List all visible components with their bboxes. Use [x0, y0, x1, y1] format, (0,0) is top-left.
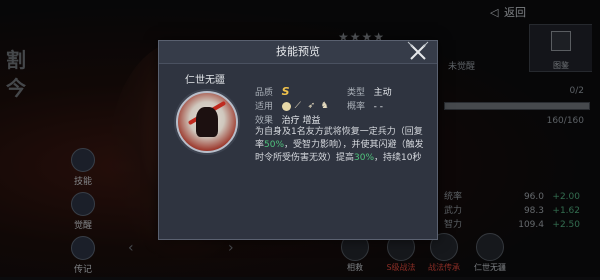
bow-icon: ⟋: [294, 100, 301, 111]
skill-description: 为自身及1名友方武将恢复一定兵力（回复率50%，受智力影响），并使其闪避（触发时…: [255, 126, 431, 165]
skill-preview-dialog: 技能预览 仁世无疆 品质 S 类型 主动 适用 ⟋ ➶ ♞ 概率 - - 效果 治疗…: [158, 40, 438, 240]
quality-label: 品质: [255, 88, 274, 98]
chance-value: - -: [373, 102, 383, 112]
dialog-title: 技能预览: [159, 41, 437, 64]
desc-text: ，持续10秒: [374, 153, 422, 163]
type-label: 类型: [347, 88, 366, 98]
horse-icon: ♞: [320, 100, 329, 111]
chance-attr: 概率 - -: [347, 99, 383, 112]
close-button[interactable]: [405, 39, 431, 65]
effect-value: 治疗 增益: [281, 116, 321, 126]
skill-portrait: [176, 91, 238, 153]
desc-highlight: 50%: [264, 140, 285, 150]
skill-name: 仁世无疆: [185, 75, 225, 86]
close-icon: [407, 41, 429, 60]
spear-icon: ➶: [307, 100, 316, 111]
applicable-label: 适用: [255, 102, 274, 112]
cavalry-icon: [281, 101, 291, 111]
quality-attr: 品质 S: [255, 85, 290, 98]
effect-label: 效果: [255, 116, 274, 126]
troop-types: ⟋ ➶ ♞: [281, 100, 334, 112]
applicable-attr: 适用 ⟋ ➶ ♞: [255, 99, 334, 112]
effect-attr: 效果 治疗 增益: [255, 113, 320, 126]
desc-highlight: 30%: [354, 153, 375, 163]
quality-value: S: [281, 85, 290, 98]
type-value: 主动: [373, 88, 392, 98]
type-attr: 类型 主动: [347, 85, 392, 98]
warrior-silhouette: [196, 107, 218, 137]
chance-label: 概率: [347, 102, 366, 112]
